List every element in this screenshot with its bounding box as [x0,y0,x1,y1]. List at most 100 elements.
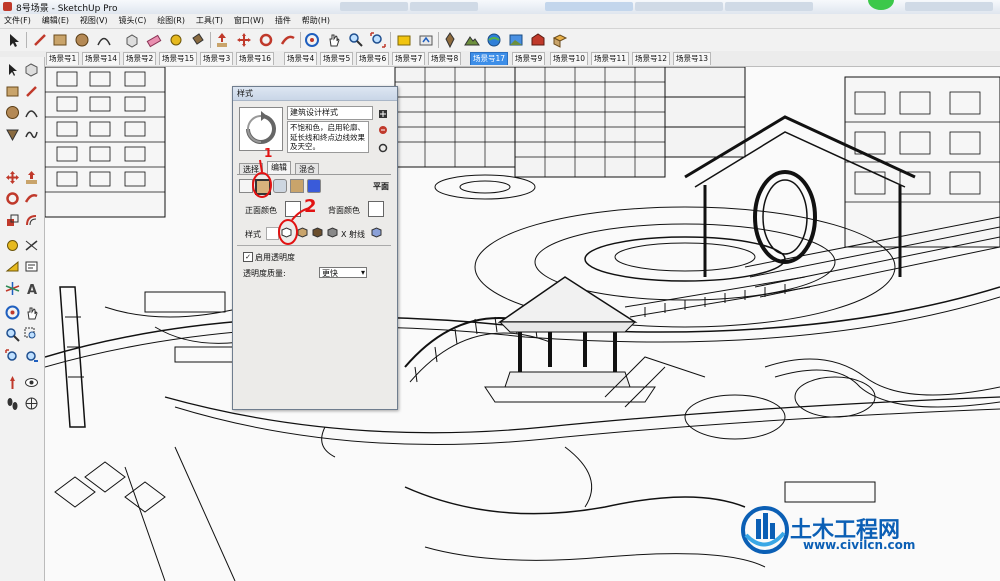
arc-icon[interactable] [24,105,39,120]
extension-warehouse-icon[interactable] [530,32,546,48]
transparency-checkbox[interactable]: ✓ [243,252,253,262]
move-icon[interactable] [236,32,252,48]
follow-me-icon[interactable] [280,32,296,48]
tab-scene-15[interactable]: 场景号15 [159,52,198,65]
tab-scene-2[interactable]: 场景号2 [123,52,157,65]
tab-scene-14[interactable]: 场景号14 [82,52,121,65]
tab-scene-8[interactable]: 场景号8 [428,52,462,65]
position-camera-icon[interactable] [5,375,20,390]
push-pull-icon[interactable] [24,170,39,185]
back-color-swatch[interactable] [368,201,384,217]
zoom-extents-icon[interactable] [370,32,386,48]
dimension-icon[interactable] [24,238,39,253]
tab-scene-16[interactable]: 场景号16 [236,52,275,65]
tab-scene-7[interactable]: 场景号7 [392,52,426,65]
orbit-icon[interactable] [5,305,20,320]
make-component-icon[interactable] [24,62,39,77]
select-arrow-icon[interactable] [6,32,22,48]
tape-measure-icon[interactable] [5,238,20,253]
background-tab [635,2,723,11]
pencil-icon[interactable] [24,84,39,99]
look-around-icon[interactable] [24,375,39,390]
rotate-icon[interactable] [258,32,274,48]
tab-scene-4[interactable]: 场景号4 [284,52,318,65]
tab-scene-6[interactable]: 场景号6 [356,52,390,65]
menu-draw[interactable]: 绘图(R) [153,14,189,27]
xray-style-icon[interactable] [371,227,382,238]
style-thumbnail[interactable] [239,107,283,151]
add-location-icon[interactable] [442,32,458,49]
tab-scene-13[interactable]: 场景号13 [673,52,712,65]
tab-scene-11[interactable]: 场景号11 [591,52,630,65]
polygon-icon[interactable] [5,127,20,142]
eraser-icon[interactable] [146,32,162,48]
menu-tools[interactable]: 工具(T) [192,14,227,27]
menu-help[interactable]: 帮助(H) [298,14,334,27]
circle-icon[interactable] [5,105,20,120]
left-toolbar: A [0,57,45,581]
background-tab [410,2,478,11]
annotation-number-1: 1 [264,146,273,160]
pan-hand-icon[interactable] [326,32,342,48]
3d-text-icon[interactable]: A [24,281,39,298]
rectangle-icon[interactable] [52,32,68,48]
menu-camera[interactable]: 镜头(C) [114,14,150,27]
menu-plugins[interactable]: 插件 [271,14,295,27]
offset-icon[interactable] [24,213,39,228]
paint-bucket-icon[interactable] [190,32,206,48]
push-pull-icon[interactable] [214,32,230,48]
tape-measure-icon[interactable] [168,32,184,48]
follow-me-icon[interactable] [24,191,39,206]
google-earth-icon[interactable] [486,32,502,48]
zoom-extents-icon[interactable] [5,349,20,364]
transparency-quality-select[interactable]: 更快 [319,267,367,278]
component-icon[interactable] [552,32,568,48]
share-model-icon[interactable] [418,32,434,48]
create-style-icon[interactable] [378,109,388,119]
style-name-field[interactable]: 建筑设计样式 [287,106,373,120]
model-viewport[interactable] [45,67,1000,581]
section-plane-icon[interactable] [24,396,39,411]
scale-icon[interactable] [5,213,20,228]
update-style-icon[interactable] [378,125,388,135]
axes-icon[interactable] [5,281,20,296]
panel-title-bar[interactable]: 样式 [233,87,397,101]
walk-icon[interactable] [5,396,20,411]
get-models-icon[interactable] [396,32,412,48]
menu-window[interactable]: 窗口(W) [230,14,268,27]
menu-file[interactable]: 文件(F) [0,14,35,27]
rectangle-icon[interactable] [5,84,20,99]
make-component-icon[interactable] [124,32,140,48]
annotation-number-2: 2 [304,196,317,217]
zoom-icon[interactable] [348,32,364,48]
refresh-icon[interactable] [378,143,388,153]
background-tab [725,2,813,11]
toggle-terrain-icon[interactable] [464,32,480,48]
tab-scene-3[interactable]: 场景号3 [200,52,234,65]
style-description-field[interactable]: 不饱和色，启用轮廓、延长线和终点边线效果及天空。 [287,121,369,153]
protractor-icon[interactable] [5,259,20,274]
zoom-icon[interactable] [5,327,20,342]
tab-scene-1[interactable]: 场景号1 [46,52,80,65]
zoom-window-icon[interactable] [24,327,39,342]
pencil-icon[interactable] [32,32,48,48]
freehand-icon[interactable] [24,127,39,142]
photo-texture-icon[interactable] [508,32,524,48]
tab-scene-5[interactable]: 场景号5 [320,52,354,65]
app-icon [3,2,12,11]
orbit-icon[interactable] [304,32,320,48]
circle-icon[interactable] [74,32,90,48]
rotate-icon[interactable] [5,191,20,206]
menu-view[interactable]: 视图(V) [76,14,112,27]
previous-view-icon[interactable] [24,349,39,364]
tab-scene-12[interactable]: 场景号12 [632,52,671,65]
menu-edit[interactable]: 编辑(E) [38,14,73,27]
select-arrow-icon[interactable] [5,62,20,77]
move-icon[interactable] [5,170,20,185]
tab-scene-9[interactable]: 场景号9 [512,52,546,65]
arc-icon[interactable] [96,32,112,48]
pan-hand-icon[interactable] [24,305,39,320]
tab-scene-10[interactable]: 场景号10 [550,52,589,65]
text-icon[interactable] [24,259,39,274]
tab-scene-17[interactable]: 场景号17 [470,52,509,65]
